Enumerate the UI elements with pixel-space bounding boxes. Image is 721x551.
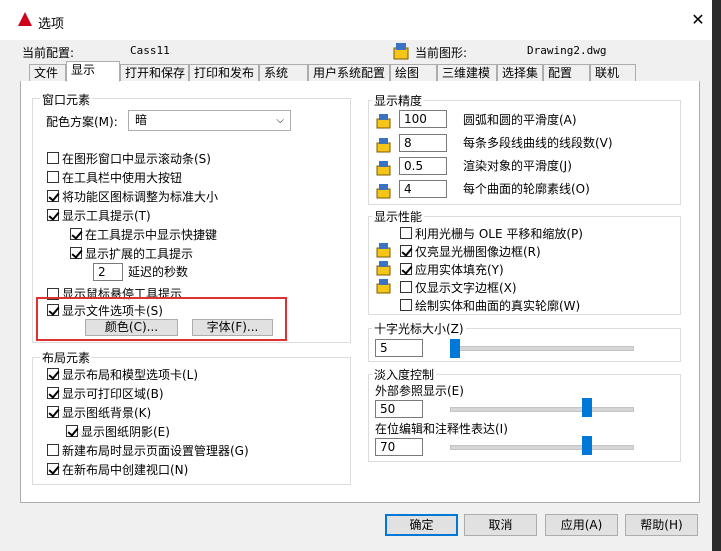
- autocad-logo-icon: [18, 12, 32, 26]
- color-scheme-value: 暗: [135, 113, 148, 127]
- title-bar: [0, 0, 712, 40]
- options-dialog: 选项 ✕ 当前配置: Cass11 当前图形: Drawing2.dwg 文件 …: [0, 0, 712, 551]
- raster-ole-label: 利用光栅与 OLE 平移和缩放(P): [415, 227, 583, 241]
- help-button[interactable]: 帮助(H): [625, 514, 698, 536]
- paper-shadow-label: 显示图纸阴影(E): [81, 425, 170, 439]
- page-setup-manager-checkbox[interactable]: [47, 444, 59, 456]
- ribbon-icons-checkbox[interactable]: [47, 190, 59, 202]
- drawing-setting-icon: [376, 279, 391, 294]
- cancel-button[interactable]: 取消: [464, 514, 537, 536]
- polyline-segments-label: 每条多段线曲线的线段数(V): [463, 136, 613, 150]
- layout-model-tabs-checkbox[interactable]: [47, 368, 59, 380]
- current-config-value: Cass11: [130, 44, 170, 57]
- inplace-edit-label: 在位编辑和注释性表达(I): [375, 422, 508, 436]
- tab-online[interactable]: 联机: [590, 64, 636, 81]
- tab-profiles[interactable]: 配置: [543, 64, 590, 81]
- drawing-setting-icon: [376, 261, 391, 276]
- scrollbars-checkbox[interactable]: [47, 152, 59, 164]
- extended-tooltips-label: 显示扩展的工具提示: [85, 247, 194, 261]
- drawing-setting-icon: [376, 184, 391, 199]
- highlight-box: [36, 297, 287, 341]
- color-scheme-label: 配色方案(M):: [46, 115, 118, 129]
- window-title: 选项: [38, 17, 65, 32]
- crosshair-size-title: 十字光标大小(Z): [372, 320, 466, 337]
- fade-control-title: 淡入度控制: [372, 366, 437, 383]
- drawing-setting-icon: [376, 114, 391, 129]
- delay-seconds-label: 延迟的秒数: [128, 265, 189, 279]
- tab-display[interactable]: 显示: [66, 61, 120, 82]
- solid-fill-checkbox[interactable]: [400, 263, 412, 275]
- text-frame-label: 仅显示文字边框(X): [415, 281, 517, 295]
- chevron-down-icon: ⌵: [276, 115, 284, 126]
- printable-area-label: 显示可打印区域(B): [62, 387, 164, 401]
- scrollbars-label: 在图形窗口中显示滚动条(S): [62, 152, 211, 166]
- xref-slider-thumb[interactable]: [582, 398, 592, 417]
- tab-3d-modeling[interactable]: 三维建模: [437, 64, 497, 81]
- background-strip: [712, 0, 721, 551]
- delay-seconds-input[interactable]: 2: [93, 263, 123, 281]
- paper-background-checkbox[interactable]: [47, 406, 59, 418]
- tab-selection[interactable]: 选择集: [497, 64, 543, 81]
- shortcut-keys-checkbox[interactable]: [70, 228, 82, 240]
- drawing-icon: [393, 43, 409, 60]
- drawing-setting-icon: [376, 138, 391, 153]
- raster-frame-checkbox[interactable]: [400, 245, 412, 257]
- polyline-segments-input[interactable]: 8: [399, 134, 447, 152]
- paper-shadow-checkbox[interactable]: [66, 425, 78, 437]
- tab-files[interactable]: 文件: [29, 64, 66, 81]
- create-viewport-checkbox[interactable]: [47, 463, 59, 475]
- large-buttons-label: 在工具栏中使用大按钮: [62, 171, 183, 185]
- true-silhouettes-label: 绘制实体和曲面的真实轮廓(W): [415, 299, 581, 313]
- xref-display-input[interactable]: 50: [375, 400, 423, 418]
- tab-user-preferences[interactable]: 用户系统配置: [308, 64, 390, 81]
- inplace-slider-track[interactable]: [450, 445, 634, 450]
- tab-system[interactable]: 系统: [259, 64, 308, 81]
- inplace-edit-input[interactable]: 70: [375, 438, 423, 456]
- ok-button[interactable]: 确定: [385, 514, 458, 536]
- render-smoothness-input[interactable]: 0.5: [399, 157, 447, 175]
- apply-button[interactable]: 应用(A): [545, 514, 618, 536]
- true-silhouettes-checkbox[interactable]: [400, 299, 412, 311]
- tab-drafting[interactable]: 绘图: [390, 64, 437, 81]
- current-drawing-label: 当前图形:: [415, 46, 468, 60]
- raster-ole-checkbox[interactable]: [400, 227, 412, 239]
- contour-lines-label: 每个曲面的轮廓素线(O): [463, 182, 590, 196]
- display-performance-title: 显示性能: [372, 208, 425, 225]
- close-icon[interactable]: ✕: [688, 10, 708, 30]
- tooltips-label: 显示工具提示(T): [62, 209, 151, 223]
- crosshair-size-input[interactable]: 5: [375, 339, 423, 357]
- shortcut-keys-label: 在工具提示中显示快捷键: [85, 228, 218, 242]
- crosshair-slider-thumb[interactable]: [450, 339, 460, 358]
- layout-model-tabs-label: 显示布局和模型选项卡(L): [62, 368, 199, 382]
- solid-fill-label: 应用实体填充(Y): [415, 263, 504, 277]
- page-setup-manager-label: 新建布局时显示页面设置管理器(G): [62, 444, 249, 458]
- window-elements-title: 窗口元素: [40, 91, 93, 108]
- text-frame-checkbox[interactable]: [400, 281, 412, 293]
- raster-frame-label: 仅亮显光栅图像边框(R): [415, 245, 541, 259]
- current-drawing-value: Drawing2.dwg: [527, 44, 607, 57]
- current-config-label: 当前配置:: [22, 46, 75, 60]
- layout-elements-title: 布局元素: [40, 349, 93, 366]
- tab-open-save[interactable]: 打开和保存: [120, 64, 189, 81]
- paper-background-label: 显示图纸背景(K): [62, 406, 152, 420]
- extended-tooltips-checkbox[interactable]: [70, 247, 82, 259]
- xref-display-label: 外部参照显示(E): [375, 384, 464, 398]
- arc-smoothness-label: 圆弧和圆的平滑度(A): [463, 113, 577, 127]
- inplace-slider-thumb[interactable]: [582, 436, 592, 455]
- ribbon-icons-label: 将功能区图标调整为标准大小: [62, 190, 219, 204]
- color-scheme-select[interactable]: 暗 ⌵: [128, 110, 291, 131]
- display-resolution-title: 显示精度: [372, 92, 425, 109]
- tooltips-checkbox[interactable]: [47, 209, 59, 221]
- tab-plot-publish[interactable]: 打印和发布: [189, 64, 259, 81]
- drawing-setting-icon: [376, 243, 391, 258]
- crosshair-slider-track[interactable]: [450, 346, 634, 351]
- large-buttons-checkbox[interactable]: [47, 171, 59, 183]
- arc-smoothness-input[interactable]: 100: [399, 110, 447, 128]
- printable-area-checkbox[interactable]: [47, 387, 59, 399]
- xref-slider-track[interactable]: [450, 407, 634, 412]
- contour-lines-input[interactable]: 4: [399, 180, 447, 198]
- drawing-setting-icon: [376, 161, 391, 176]
- create-viewport-label: 在新布局中创建视口(N): [62, 463, 189, 477]
- render-smoothness-label: 渲染对象的平滑度(J): [463, 159, 572, 173]
